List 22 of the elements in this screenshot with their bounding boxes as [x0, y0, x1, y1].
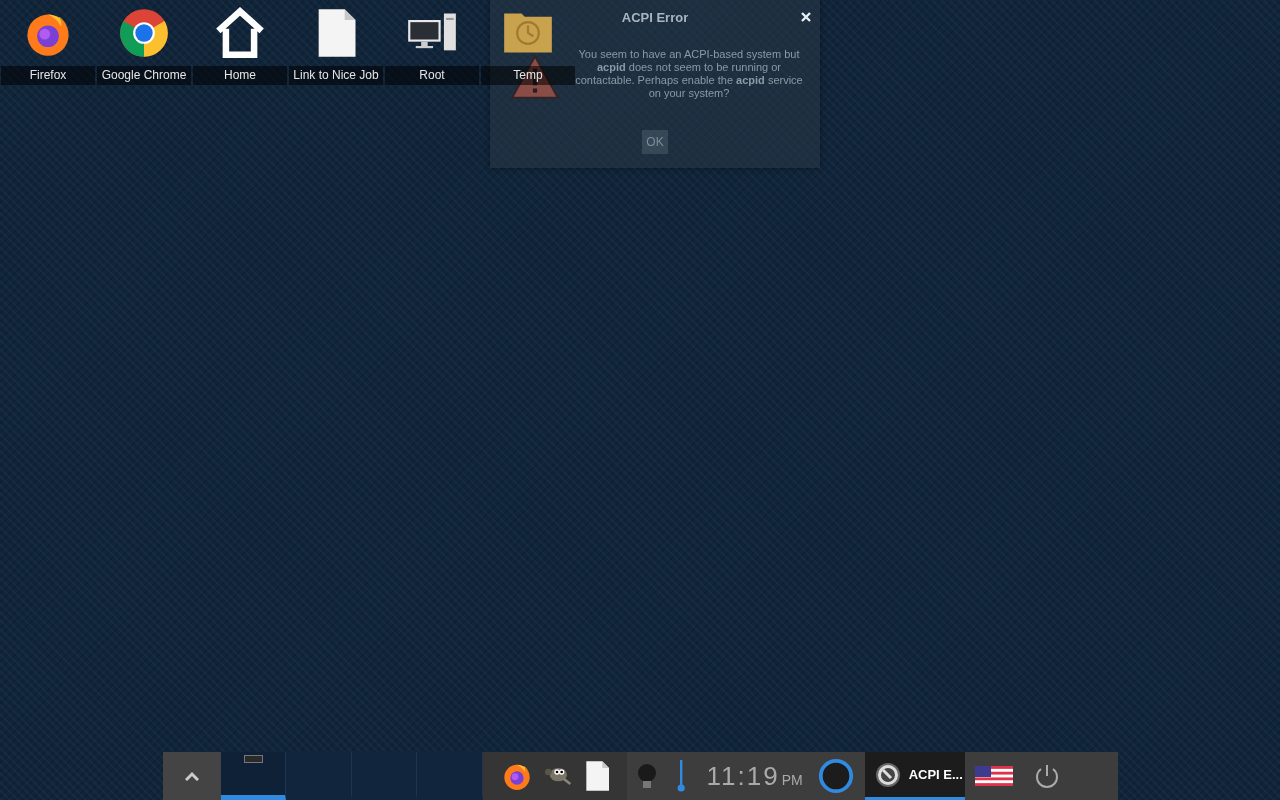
flag-icon[interactable]	[974, 766, 1013, 786]
icon-label[interactable]: Home	[193, 66, 287, 85]
chevron-up-icon	[184, 771, 199, 781]
close-icon[interactable]	[800, 11, 812, 23]
dialog-title: ACPI Error	[621, 9, 689, 25]
icon-label[interactable]: Link to Nice Job	[289, 66, 383, 85]
clock[interactable]: 11:19 PM	[706, 760, 803, 792]
task-button[interactable]: ACPI E...	[864, 752, 965, 800]
mouse-icon[interactable]	[636, 763, 657, 789]
home-icon[interactable]	[214, 6, 266, 60]
ring-icon[interactable]	[816, 757, 855, 795]
dialog-message: You seem to have an ACPI-based system but acpid does not seem to be running or contactable. Perhaps enable the acpid service on your system?	[574, 48, 804, 100]
volume-icon[interactable]	[676, 759, 685, 793]
virtual-desktop[interactable]	[220, 752, 286, 800]
icon-label[interactable]: Firefox	[1, 66, 95, 85]
panel-menu-button[interactable]	[162, 752, 221, 800]
warning-icon	[510, 54, 560, 100]
icon-label[interactable]: Root	[385, 66, 479, 85]
icon-label[interactable]: Google Chrome	[97, 66, 191, 85]
icon-label[interactable]: Temp	[481, 66, 575, 85]
chrome-icon[interactable]	[118, 6, 170, 60]
window-thumbnail	[243, 755, 263, 763]
